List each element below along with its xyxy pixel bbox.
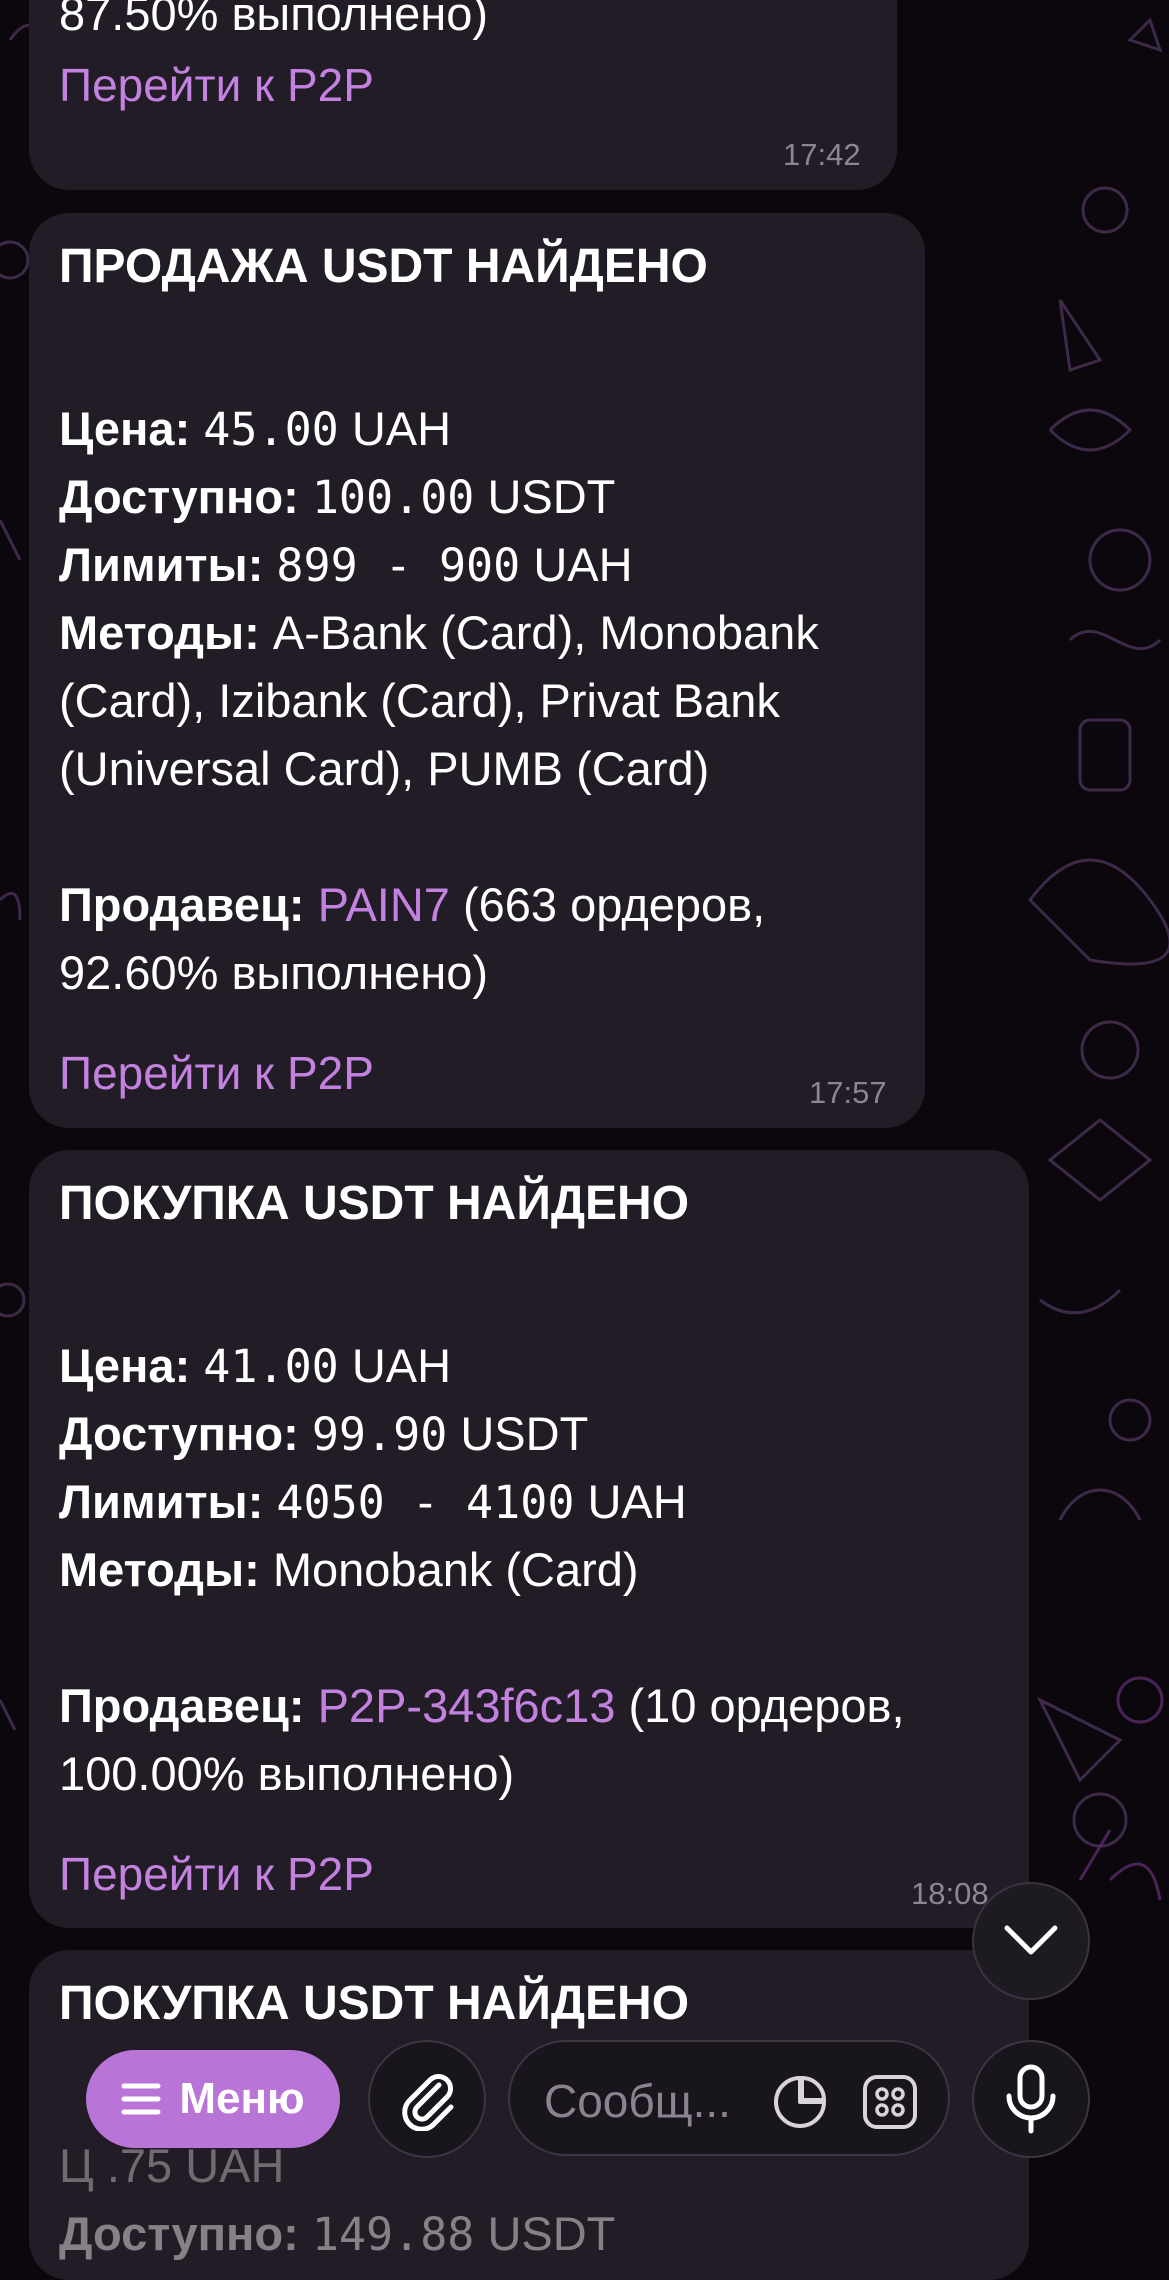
- limits-label: Лимиты:: [59, 538, 264, 591]
- message-bubble: ПРОДАЖА USDT НАЙДЕНО Цена: 45.00 UAH Дос…: [29, 213, 925, 1128]
- price-value: 45.00: [203, 403, 339, 456]
- methods-line: Методы: Monobank (Card): [59, 1536, 639, 1604]
- message-time: 18:08: [911, 1876, 989, 1911]
- methods-value: Monobank (Card): [272, 1543, 639, 1596]
- available-label: Доступно:: [59, 1407, 299, 1460]
- seller-stats: (10 ордеров,: [628, 1679, 905, 1732]
- seller-stats-line: 87.50% выполнено): [59, 0, 489, 40]
- available-line: Доступно: 99.90 USDT: [59, 1400, 588, 1469]
- seller-label: Продавец:: [59, 1679, 305, 1732]
- message-title: ПРОДАЖА USDT НАЙДЕНО: [59, 240, 708, 293]
- go-to-p2p-button[interactable]: Перейти к P2P: [59, 58, 374, 112]
- price-currency: UAH: [351, 402, 452, 455]
- menu-button-label: Меню: [179, 2074, 305, 2123]
- voice-message-button[interactable]: [972, 2040, 1090, 2158]
- price-label: Цена:: [59, 1339, 191, 1392]
- sticker-icon[interactable]: [772, 2074, 828, 2130]
- available-line: Доступно: 100.00 USDT: [59, 463, 615, 532]
- available-line: Доступно: 149.88 USDT: [59, 2200, 615, 2269]
- menu-icon: [121, 2083, 161, 2115]
- available-value: 149.88: [311, 2208, 475, 2261]
- attach-button[interactable]: [368, 2040, 486, 2158]
- menu-button[interactable]: Меню: [86, 2050, 340, 2148]
- microphone-icon: [1006, 2064, 1056, 2134]
- available-currency: USDT: [487, 470, 616, 523]
- scroll-down-button[interactable]: [972, 1882, 1090, 2000]
- limits-value: 899 - 900: [276, 539, 521, 592]
- limits-line: Лимиты: 4050 - 4100 UAH: [59, 1468, 687, 1537]
- message-time: 17:42: [783, 137, 861, 172]
- seller-link[interactable]: P2P-343f6c13: [318, 1679, 616, 1732]
- available-value: 99.90: [311, 1408, 448, 1461]
- keyboard-grid-icon[interactable]: [862, 2074, 918, 2130]
- seller-label: Продавец:: [59, 878, 305, 931]
- available-label: Доступно:: [59, 2207, 299, 2260]
- limits-label: Лимиты:: [59, 1475, 264, 1528]
- price-line: Цена: 41.00 UAH: [59, 1332, 451, 1401]
- message-bubble: ПОКУПКА USDT НАЙДЕНО Цена: 41.00 UAH Дос…: [29, 1150, 1029, 1928]
- limits-currency: UAH: [587, 1475, 687, 1528]
- seller-stats-line: 100.00% выполнено): [59, 1747, 515, 1800]
- message-title: ПОКУПКА USDT НАЙДЕНО: [59, 1177, 690, 1230]
- paperclip-icon: [402, 2074, 454, 2131]
- methods-value: A-Bank (Card), Monobank: [272, 606, 819, 659]
- methods-continuation: (Universal Card), PUMB (Card): [59, 742, 710, 795]
- price-line: Цена: 45.00 UAH: [59, 395, 451, 464]
- methods-label: Методы:: [59, 606, 260, 659]
- limits-currency: UAH: [533, 538, 633, 591]
- price-value: 41.00: [203, 1340, 339, 1393]
- methods-line: Методы: A-Bank (Card), Monobank: [59, 599, 819, 667]
- seller-line: Продавец: P2P-343f6c13 (10 ордеров,: [59, 1672, 905, 1740]
- available-value: 100.00: [311, 471, 475, 524]
- message-title: ПОКУПКА USDT НАЙДЕНО: [59, 1977, 690, 2030]
- message-bubble: 87.50% выполнено) Перейти к P2P 17:42: [29, 0, 897, 190]
- chevron-down-icon: [1004, 1925, 1058, 1955]
- message-input-container: [508, 2040, 950, 2156]
- message-time: 17:57: [809, 1075, 887, 1110]
- go-to-p2p-button[interactable]: Перейти к P2P: [59, 1046, 374, 1100]
- limits-line: Лимиты: 899 - 900 UAH: [59, 531, 633, 600]
- seller-link[interactable]: PAIN7: [318, 878, 450, 931]
- price-label: Цена:: [59, 402, 191, 455]
- available-label: Доступно:: [59, 470, 299, 523]
- seller-stats: (663 ордеров,: [463, 878, 766, 931]
- message-input[interactable]: [542, 2070, 766, 2132]
- seller-stats-line: 92.60% выполнено): [59, 946, 489, 999]
- go-to-p2p-button[interactable]: Перейти к P2P: [59, 1847, 374, 1901]
- available-currency: USDT: [487, 2207, 616, 2260]
- limits-value: 4050 - 4100: [276, 1476, 575, 1529]
- methods-label: Методы:: [59, 1543, 260, 1596]
- seller-line: Продавец: PAIN7 (663 ордеров,: [59, 871, 765, 939]
- price-currency: UAH: [351, 1339, 452, 1392]
- available-currency: USDT: [460, 1407, 589, 1460]
- methods-continuation: (Card), Izibank (Card), Privat Bank: [59, 674, 780, 727]
